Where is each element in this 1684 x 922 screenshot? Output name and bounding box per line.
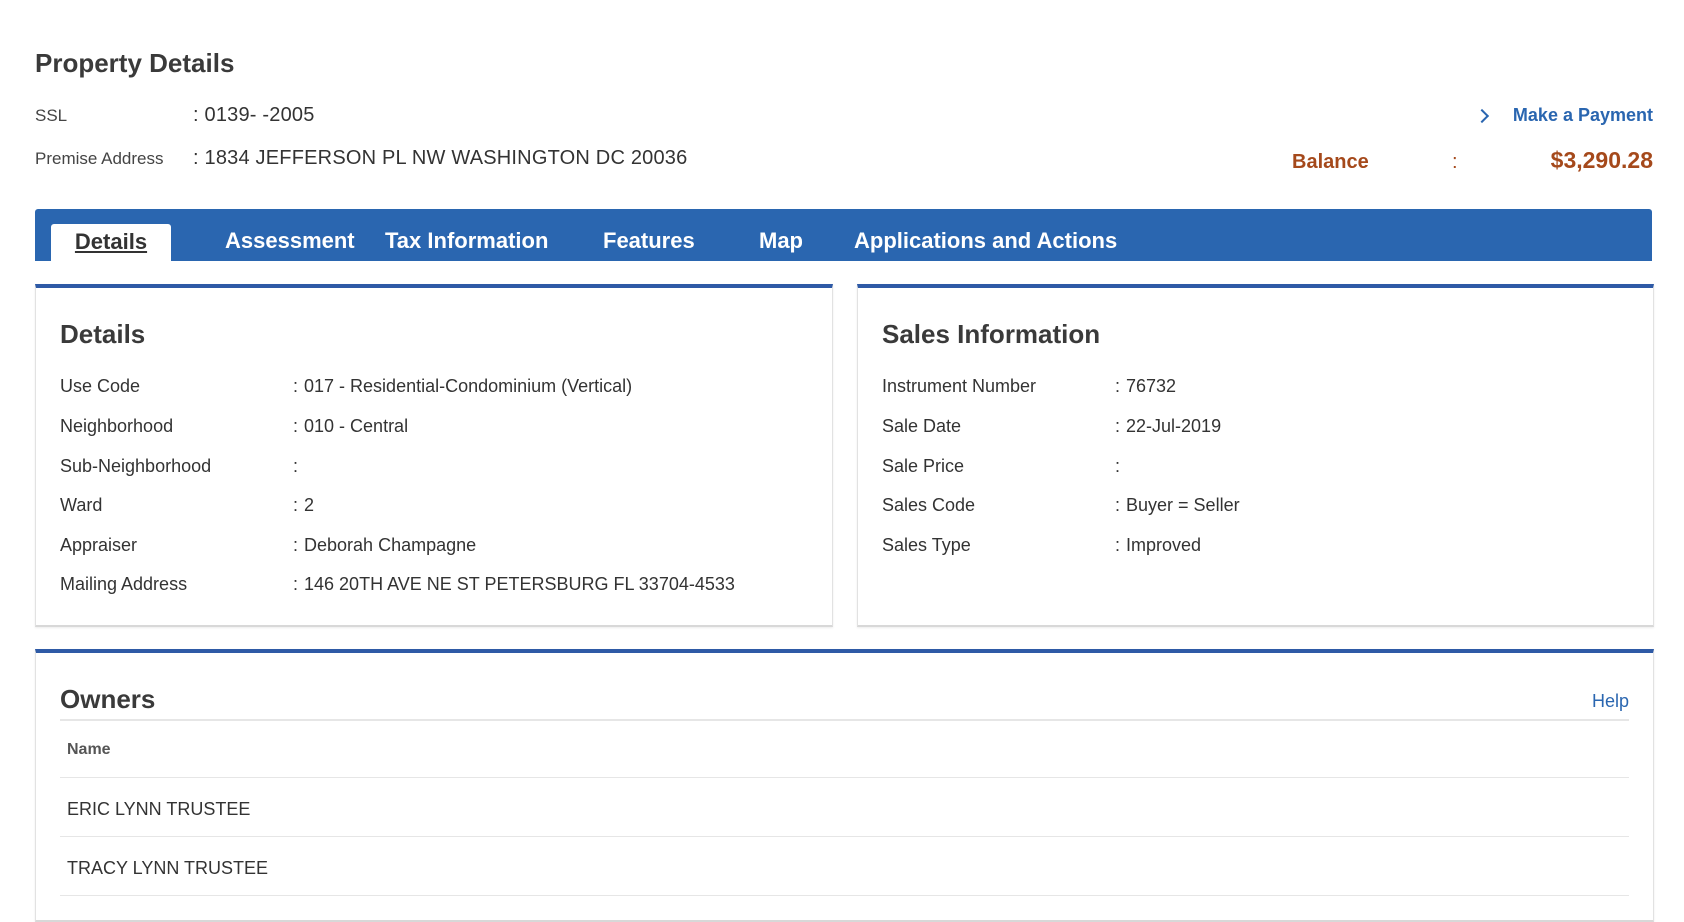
sales-separator: : xyxy=(1115,535,1121,555)
premise-address-row: Premise Address : 1834 JEFFERSON PL NW W… xyxy=(35,147,687,170)
premise-address-value: : 1834 JEFFERSON PL NW WASHINGTON DC 200… xyxy=(193,147,688,169)
make-payment-link[interactable]: Make a Payment xyxy=(1474,105,1653,126)
detail-separator: : xyxy=(293,495,299,515)
table-divider xyxy=(60,895,1629,896)
detail-value: Deborah Champagne xyxy=(304,535,477,555)
balance-colon: : xyxy=(1452,151,1458,173)
sales-separator: : xyxy=(1115,495,1121,515)
table-row: TRACY LYNN TRUSTEE xyxy=(67,858,269,878)
tab-tax-information[interactable]: Tax Information xyxy=(373,223,560,261)
detail-separator: : xyxy=(293,416,299,436)
detail-label: Ward xyxy=(60,495,103,515)
detail-row-ward: Ward : 2 xyxy=(60,495,314,516)
detail-row-mailing-address: Mailing Address : 146 20TH AVE NE ST PET… xyxy=(60,574,735,595)
sales-value: Buyer = Seller xyxy=(1126,495,1240,515)
page-title: Property Details xyxy=(35,48,235,78)
tab-bar: Details Assessment Tax Information Featu… xyxy=(35,209,1652,262)
sales-value: 76732 xyxy=(1126,376,1177,396)
balance-value: $3,290.28 xyxy=(1550,147,1653,173)
detail-separator: : xyxy=(293,376,299,396)
sales-separator: : xyxy=(1115,456,1121,476)
premise-address-label: Premise Address xyxy=(35,149,164,168)
balance: Balance : $3,290.28 xyxy=(1292,147,1653,174)
owners-divider xyxy=(60,719,1629,721)
sales-label: Sales Code xyxy=(882,495,976,515)
detail-label: Neighborhood xyxy=(60,416,174,436)
detail-label: Mailing Address xyxy=(60,574,188,594)
chevron-right-icon xyxy=(1474,108,1489,124)
sales-row-sale-price: Sale Price : xyxy=(882,456,1126,477)
detail-value: 146 20TH AVE NE ST PETERSBURG FL 33704-4… xyxy=(304,574,735,594)
balance-label: Balance xyxy=(1292,151,1369,173)
sales-label: Instrument Number xyxy=(882,376,1037,396)
sales-row-sales-code: Sales Code : Buyer = Seller xyxy=(882,495,1240,516)
sales-label: Sales Type xyxy=(882,535,971,555)
sales-label: Sale Date xyxy=(882,416,962,436)
sales-information-title: Sales Information xyxy=(882,319,1101,349)
sales-separator: : xyxy=(1115,416,1121,436)
tab-assessment[interactable]: Assessment xyxy=(213,223,367,261)
detail-value: 010 - Central xyxy=(304,416,409,436)
tab-features[interactable]: Features xyxy=(591,223,707,261)
detail-separator: : xyxy=(293,456,299,476)
detail-separator: : xyxy=(293,535,299,555)
detail-separator: : xyxy=(293,574,299,594)
sales-label: Sale Price xyxy=(882,456,965,476)
detail-row-use-code: Use Code : 017 - Residential-Condominium… xyxy=(60,376,632,397)
details-card: Details Use Code : 017 - Residential-Con… xyxy=(35,284,833,627)
sales-row-sale-date: Sale Date : 22-Jul-2019 xyxy=(882,416,1221,437)
tab-details[interactable]: Details xyxy=(51,224,171,262)
sales-row-sales-type: Sales Type : Improved xyxy=(882,535,1201,556)
sales-row-instrument-number: Instrument Number : 76732 xyxy=(882,376,1176,397)
table-divider xyxy=(60,777,1629,778)
tab-applications-and-actions[interactable]: Applications and Actions xyxy=(842,223,1129,261)
table-divider xyxy=(60,836,1629,837)
details-title: Details xyxy=(60,319,146,349)
detail-value: 2 xyxy=(304,495,315,515)
detail-label: Sub-Neighborhood xyxy=(60,456,212,476)
ssl-label: SSL xyxy=(35,106,68,125)
sales-information-card: Sales Information Instrument Number : 76… xyxy=(857,284,1654,627)
detail-row-sub-neighborhood: Sub-Neighborhood : xyxy=(60,456,304,477)
detail-row-appraiser: Appraiser : Deborah Champagne xyxy=(60,535,476,556)
tab-map[interactable]: Map xyxy=(747,223,815,261)
ssl-value: : 0139- -2005 xyxy=(193,104,315,126)
detail-label: Appraiser xyxy=(60,535,138,555)
owners-title: Owners xyxy=(60,684,156,714)
table-row: ERIC LYNN TRUSTEE xyxy=(67,799,251,819)
sales-value: Improved xyxy=(1126,535,1202,555)
owners-card: Owners Help Name ERIC LYNN TRUSTEE TRACY… xyxy=(35,649,1654,922)
sales-separator: : xyxy=(1115,376,1121,396)
detail-row-neighborhood: Neighborhood : 010 - Central xyxy=(60,416,408,437)
owners-column-header-name: Name xyxy=(67,741,111,758)
make-payment-label: Make a Payment xyxy=(1512,105,1653,125)
sales-value: 22-Jul-2019 xyxy=(1126,416,1222,436)
ssl-row: SSL : 0139- -2005 xyxy=(35,104,315,127)
detail-label: Use Code xyxy=(60,376,141,396)
detail-value: 017 - Residential-Condominium (Vertical) xyxy=(304,376,633,396)
help-link[interactable]: Help xyxy=(1592,691,1629,712)
